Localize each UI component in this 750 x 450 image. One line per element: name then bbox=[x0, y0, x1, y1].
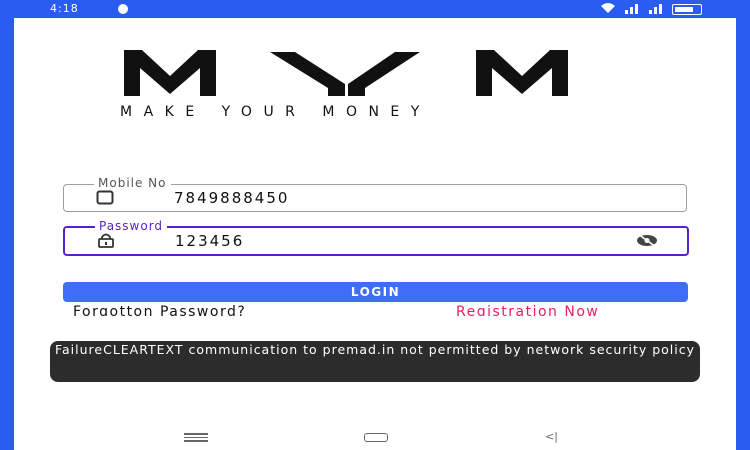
password-field[interactable]: Password 123456 bbox=[63, 219, 689, 256]
lock-icon bbox=[97, 233, 115, 252]
battery-icon bbox=[672, 4, 702, 15]
mobile-input[interactable]: 7849888450 bbox=[174, 189, 289, 207]
login-button[interactable]: LOGIN bbox=[63, 282, 688, 302]
wifi-icon bbox=[600, 2, 616, 17]
forgot-password-link[interactable]: Forgotton Password? bbox=[73, 304, 246, 316]
registration-link[interactable]: Registration Now bbox=[456, 304, 599, 316]
status-icons bbox=[600, 2, 702, 17]
mobile-field[interactable]: Mobile No 7849888450 bbox=[63, 176, 687, 212]
back-icon[interactable]: <| bbox=[545, 430, 558, 443]
password-label: Password bbox=[95, 219, 168, 233]
recents-icon[interactable] bbox=[184, 433, 208, 444]
brand-tagline: MAKE YOUR MONEY bbox=[120, 104, 431, 120]
right-edge bbox=[736, 0, 750, 450]
password-input[interactable]: 123456 bbox=[175, 232, 244, 250]
left-edge bbox=[0, 0, 14, 450]
phone-icon bbox=[96, 190, 114, 209]
status-bar: 4:18 bbox=[0, 0, 750, 18]
eye-off-icon[interactable] bbox=[635, 233, 659, 252]
notification-icon bbox=[118, 4, 128, 14]
signal-icon bbox=[624, 2, 640, 17]
toast-message: FailureCLEARTEXT communication to premad… bbox=[50, 341, 700, 382]
mobile-label: Mobile No bbox=[94, 176, 171, 190]
status-time: 4:18 bbox=[50, 2, 79, 15]
signal-icon bbox=[648, 2, 664, 17]
home-icon[interactable] bbox=[364, 433, 388, 442]
